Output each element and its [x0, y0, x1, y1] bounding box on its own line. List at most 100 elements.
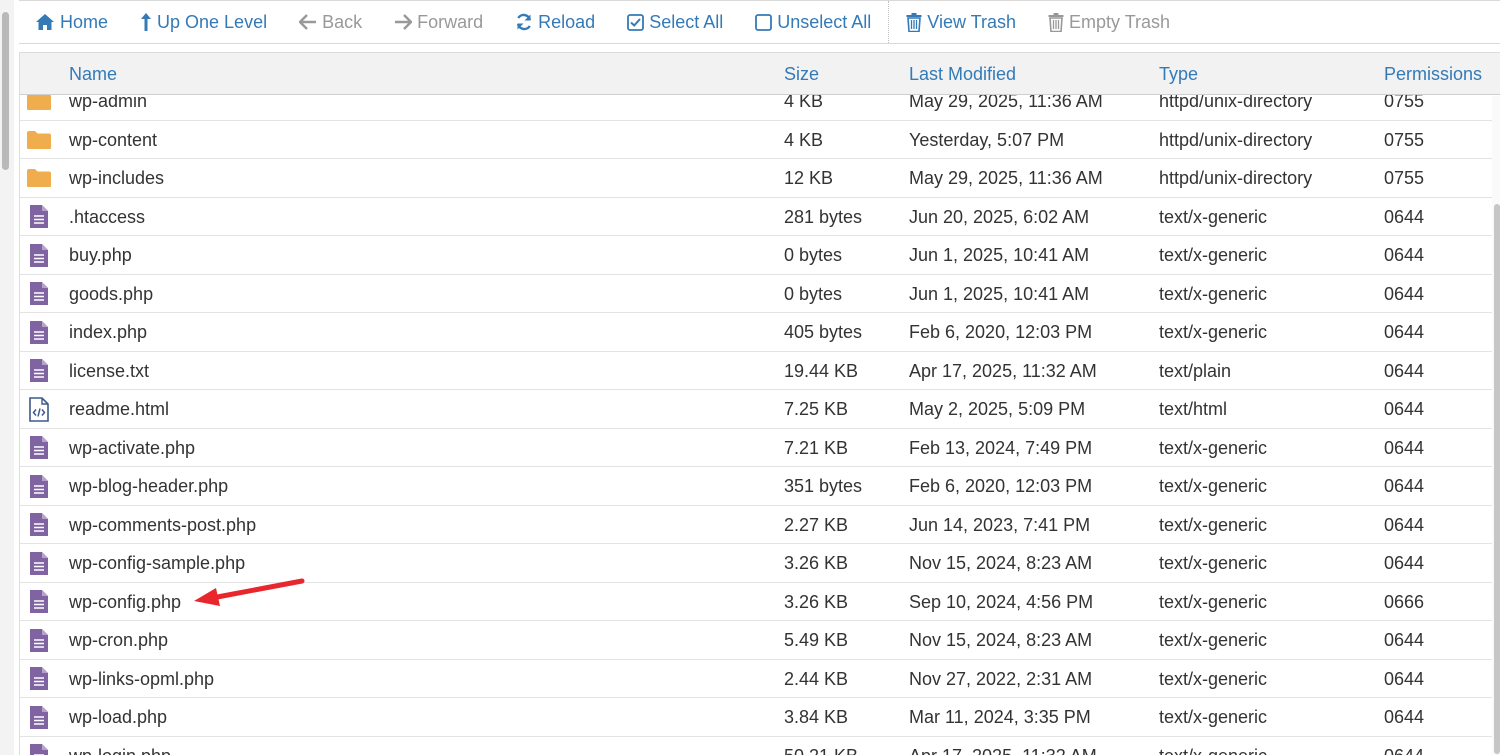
file-last-modified: Yesterday, 5:07 PM — [909, 129, 1065, 150]
folder-icon — [24, 159, 54, 197]
table-scrollbar[interactable] — [1492, 96, 1500, 755]
file-size: 0 bytes — [784, 283, 843, 304]
file-type: text/x-generic — [1159, 437, 1268, 458]
file-name[interactable]: wp-content — [69, 121, 157, 159]
table-row[interactable]: readme.html 7.25 KB May 2, 2025, 5:09 PM te… — [20, 390, 1492, 429]
page-scrollbar-thumb[interactable] — [2, 12, 9, 170]
file-name[interactable]: wp-config.php — [69, 583, 181, 621]
file-name[interactable]: buy.php — [69, 236, 132, 274]
table-header: Name Size Last Modified Type Permissions — [20, 52, 1500, 95]
file-permissions: 0644 — [1384, 360, 1425, 381]
file-last-modified: Nov 27, 2022, 2:31 AM — [909, 668, 1093, 689]
back-button[interactable]: Back — [283, 1, 378, 43]
file-name[interactable]: license.txt — [69, 352, 149, 390]
file-table: Name Size Last Modified Type Permissions… — [19, 52, 1500, 755]
file-name[interactable]: goods.php — [69, 275, 153, 313]
file-text-icon — [24, 313, 54, 351]
file-name[interactable]: .htaccess — [69, 198, 145, 236]
table-scrollbar-thumb[interactable] — [1494, 204, 1500, 754]
home-icon — [35, 13, 55, 31]
reload-button[interactable]: Reload — [499, 1, 611, 43]
column-header-name[interactable]: Name — [69, 53, 117, 95]
file-size: 281 bytes — [784, 206, 863, 227]
file-name[interactable]: wp-load.php — [69, 698, 167, 736]
table-row[interactable]: .htaccess 281 bytes Jun 20, 2025, 6:02 AM t… — [20, 197, 1492, 236]
trash-icon — [1048, 12, 1064, 32]
file-permissions: 0644 — [1384, 206, 1425, 227]
home-button[interactable]: Home — [19, 1, 124, 43]
file-size: 4 KB — [784, 129, 824, 150]
file-size: 405 bytes — [784, 322, 863, 342]
file-text-icon — [24, 583, 54, 621]
file-last-modified: Jun 1, 2025, 10:41 AM — [909, 245, 1090, 265]
column-header-size[interactable]: Size — [784, 53, 819, 95]
file-permissions: 0755 — [1384, 168, 1425, 188]
file-permissions: 0755 — [1384, 129, 1425, 150]
file-permissions: 0644 — [1384, 322, 1425, 342]
file-last-modified: May 29, 2025, 11:36 AM — [909, 168, 1103, 188]
file-text-icon — [24, 236, 54, 274]
file-size: 50.21 KB — [784, 737, 858, 755]
file-last-modified: Apr 17, 2025, 11:32 AM — [909, 360, 1097, 381]
table-row[interactable]: wp-comments-post.php 2.27 KB Jun 14, 2023,… — [20, 505, 1492, 544]
unselect-all-label: Unselect All — [777, 11, 872, 32]
up-one-level-label: Up One Level — [157, 11, 268, 32]
table-row[interactable]: wp-blog-header.php 351 bytes Feb 6, 2020, … — [20, 467, 1492, 506]
file-name[interactable]: wp-includes — [69, 159, 164, 197]
file-text-icon — [24, 198, 54, 236]
file-size: 19.44 KB — [784, 360, 859, 381]
file-size: 3.26 KB — [784, 553, 849, 573]
table-row[interactable]: license.txt 19.44 KB Apr 17, 2025, 11:32 A… — [20, 351, 1492, 390]
file-permissions: 0644 — [1384, 707, 1425, 727]
file-size: 3.26 KB — [784, 591, 849, 612]
page-scrollbar[interactable] — [0, 0, 14, 755]
file-name[interactable]: index.php — [69, 313, 147, 351]
table-row[interactable]: wp-activate.php 7.21 KB Feb 13, 2024, 7:49… — [20, 428, 1492, 467]
table-row[interactable]: wp-cron.php 5.49 KB Nov 15, 2024, 8:23 AM t… — [20, 621, 1492, 660]
table-row[interactable]: wp-load.php 3.84 KB Mar 11, 2024, 3:35 PM t… — [20, 698, 1492, 737]
file-text-icon — [24, 275, 54, 313]
table-row[interactable]: wp-content 4 KB Yesterday, 5:07 PM httpd/un… — [20, 120, 1492, 159]
up-one-level-button[interactable]: Up One Level — [124, 1, 283, 43]
view-trash-button[interactable]: View Trash — [890, 1, 1032, 43]
file-type: httpd/unix-directory — [1159, 168, 1313, 188]
forward-label: Forward — [417, 11, 484, 32]
file-name[interactable]: wp-blog-header.php — [69, 467, 228, 505]
table-row[interactable]: wp-includes 12 KB May 29, 2025, 11:36 AM ht… — [20, 159, 1492, 198]
reload-icon — [515, 13, 533, 31]
file-permissions: 0644 — [1384, 399, 1425, 419]
reload-label: Reload — [538, 11, 596, 32]
file-type: text/x-generic — [1159, 591, 1268, 612]
table-row[interactable]: wp-login.php 50.21 KB Apr 17, 2025, 11:32 … — [20, 736, 1492, 755]
select-all-button[interactable]: Select All — [611, 1, 739, 43]
file-size: 12 KB — [784, 168, 834, 188]
unselect-all-button[interactable]: Unselect All — [739, 1, 887, 43]
folder-icon — [24, 121, 54, 159]
column-header-permissions[interactable]: Permissions — [1384, 53, 1482, 95]
toolbar-divider — [888, 1, 890, 43]
file-name[interactable]: readme.html — [69, 390, 169, 428]
file-name[interactable]: wp-login.php — [69, 737, 171, 755]
file-permissions: 0644 — [1384, 737, 1424, 755]
empty-trash-button[interactable]: Empty Trash — [1032, 1, 1186, 43]
table-row[interactable]: wp-links-opml.php 2.44 KB Nov 27, 2022, 2:… — [20, 659, 1492, 698]
table-row[interactable]: buy.php 0 bytes Jun 1, 2025, 10:41 AM text/… — [20, 236, 1492, 275]
file-size: 0 bytes — [784, 245, 843, 265]
file-type: text/plain — [1159, 360, 1232, 381]
file-last-modified: Nov 15, 2024, 8:23 AM — [909, 630, 1093, 650]
column-header-type[interactable]: Type — [1159, 53, 1198, 95]
file-manager: Home Up One Level Back Forward Reload Se… — [0, 0, 1500, 755]
file-text-icon — [24, 698, 54, 736]
file-name[interactable]: wp-cron.php — [69, 621, 168, 659]
back-label: Back — [322, 11, 363, 32]
column-header-last-modified[interactable]: Last Modified — [909, 53, 1016, 95]
table-row[interactable]: index.php 405 bytes Feb 6, 2020, 12:03 PM t… — [20, 313, 1492, 352]
table-row[interactable]: goods.php 0 bytes Jun 1, 2025, 10:41 AM tex… — [20, 274, 1492, 313]
file-name[interactable]: wp-activate.php — [69, 429, 195, 467]
file-permissions: 0644 — [1384, 553, 1425, 573]
forward-button[interactable]: Forward — [378, 1, 499, 43]
file-size: 3.84 KB — [784, 707, 849, 727]
file-last-modified: Feb 6, 2020, 12:03 PM — [909, 322, 1093, 342]
file-name[interactable]: wp-comments-post.php — [69, 506, 256, 544]
file-name[interactable]: wp-links-opml.php — [69, 660, 214, 698]
